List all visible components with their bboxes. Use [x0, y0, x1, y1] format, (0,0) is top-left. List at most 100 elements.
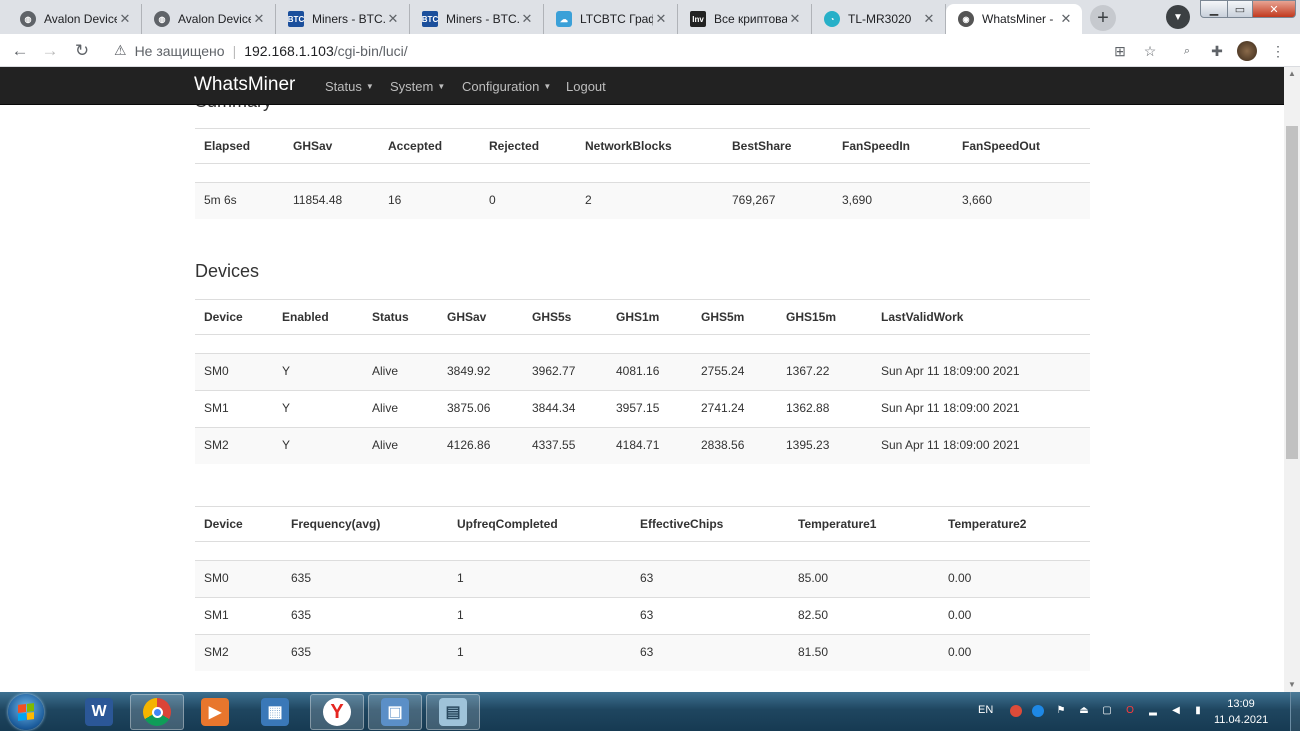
menu-logout[interactable]: Logout — [566, 79, 606, 94]
tab-title: Avalon Device — [44, 12, 117, 26]
new-tab-button[interactable]: + — [1090, 5, 1116, 31]
minimize-icon[interactable]: ▁ — [1200, 0, 1228, 18]
close-icon[interactable]: ✕ — [787, 11, 803, 27]
forward-icon[interactable]: → — [38, 39, 62, 63]
tray-app-icon[interactable] — [1032, 705, 1044, 717]
table-row: SM1 Y Alive 3875.06 3844.34 3957.15 2741… — [195, 390, 1090, 427]
browser-tab-active[interactable]: ◉ WhatsMiner - ✕ — [946, 4, 1082, 34]
chrome-tray-icon[interactable] — [1010, 705, 1022, 717]
warning-icon[interactable]: ⚠ — [114, 42, 127, 59]
opera-icon[interactable]: O — [1124, 705, 1136, 717]
start-button[interactable] — [8, 694, 44, 730]
table-cell: Alive — [372, 401, 399, 415]
lens-extension-icon[interactable]: ⌕ — [1177, 41, 1197, 61]
scroll-down-icon[interactable]: ▼ — [1284, 678, 1300, 692]
signal-icon[interactable]: ▂ — [1147, 705, 1159, 717]
extensions-icon[interactable]: ✚ — [1207, 41, 1227, 61]
browser-tab[interactable]: ☁ LTCBTC Графи ✕ — [544, 4, 678, 34]
profile-avatar[interactable] — [1237, 41, 1257, 61]
close-icon[interactable]: ✕ — [251, 11, 267, 27]
battery-icon[interactable]: ▮ — [1192, 705, 1204, 717]
browser-tab[interactable]: ◍ Avalon Device ✕ — [142, 4, 276, 34]
camera-icon: ◉ — [958, 11, 974, 27]
table-cell: 1367.22 — [786, 364, 830, 378]
usb-icon[interactable]: ⏏ — [1078, 705, 1090, 717]
vertical-scrollbar[interactable]: ▲ ▼ — [1284, 67, 1300, 692]
bookmark-star-icon[interactable]: ☆ — [1140, 41, 1160, 61]
close-icon[interactable]: ✕ — [519, 11, 535, 27]
caret-down-icon: ▼ — [437, 82, 446, 91]
translate-icon[interactable]: ⊞ — [1110, 41, 1130, 61]
taskbar-chrome[interactable] — [130, 694, 184, 730]
table-cell: 16 — [388, 193, 402, 207]
system-clock[interactable]: 13:09 11.04.2021 — [1214, 696, 1268, 728]
close-icon[interactable]: ✕ — [385, 11, 401, 27]
browser-tab[interactable]: ◔ TL-MR3020 ✕ — [812, 4, 946, 34]
maximize-icon[interactable]: ▭ — [1227, 0, 1253, 18]
taskbar-media-player[interactable]: ▶ — [188, 694, 242, 730]
scrollbar-thumb[interactable] — [1286, 126, 1298, 459]
table-cell: Alive — [372, 438, 399, 452]
taskbar-remote-desktop[interactable]: ▣ — [368, 694, 422, 730]
close-icon[interactable]: ✕ — [921, 11, 937, 27]
address-bar[interactable]: ⚠ Не защищено | 192.168.1.103/cgi-bin/lu… — [106, 37, 1168, 64]
browser-tab[interactable]: Inv Все криптова ✕ — [678, 4, 812, 34]
browser-tab[interactable]: BTC Miners - BTC.c ✕ — [276, 4, 410, 34]
tab-search-icon[interactable]: ▼ — [1166, 5, 1190, 29]
network-app-icon: ▦ — [261, 698, 289, 726]
table-header: Elapsed — [204, 139, 251, 153]
table-header: NetworkBlocks — [585, 139, 672, 153]
table-cell: Sun Apr 11 18:09:00 2021 — [881, 401, 1020, 415]
close-icon[interactable]: ✕ — [653, 11, 669, 27]
table-cell: SM1 — [204, 608, 229, 622]
browser-menu-icon[interactable]: ⋮ — [1268, 41, 1288, 61]
clock-date: 11.04.2021 — [1214, 714, 1269, 726]
taskbar-word[interactable]: W — [72, 694, 126, 730]
tab-title: Все криптова — [714, 12, 787, 26]
table-cell: 635 — [291, 645, 312, 659]
table-header: Device — [204, 310, 243, 324]
table-cell: SM1 — [204, 401, 229, 415]
show-desktop-button[interactable] — [1290, 692, 1300, 731]
menu-configuration[interactable]: Configuration ▼ — [462, 79, 551, 94]
clipboard-icon[interactable]: ▢ — [1101, 705, 1113, 717]
globe-icon: ◍ — [154, 11, 170, 27]
menu-system[interactable]: System ▼ — [390, 79, 445, 94]
btc-icon: BTC — [422, 11, 438, 27]
taskbar-notepad[interactable]: ▤ — [426, 694, 480, 730]
caret-down-icon: ▼ — [365, 82, 374, 91]
volume-icon[interactable]: ◀ — [1170, 705, 1182, 717]
brand-logo[interactable]: WhatsMiner — [194, 74, 295, 96]
table-header: GHS1m — [616, 310, 660, 324]
table-cell: 1 — [457, 608, 464, 622]
table-cell: 1 — [457, 645, 464, 659]
flag-icon[interactable]: ⚑ — [1055, 705, 1067, 717]
table-header: Frequency(avg) — [291, 517, 381, 531]
menu-status[interactable]: Status ▼ — [325, 79, 374, 94]
taskbar-network-app[interactable]: ▦ — [248, 694, 302, 730]
table-header: GHS5s — [532, 310, 572, 324]
table-cell: 2741.24 — [701, 401, 745, 415]
browser-tab[interactable]: BTC Miners - BTC.c ✕ — [410, 4, 544, 34]
table-cell: SM0 — [204, 364, 229, 378]
table-cell: 2755.24 — [701, 364, 745, 378]
table-cell: 3957.15 — [616, 401, 660, 415]
page-viewport: Summary Elapsed GHSav Accepted Rejected … — [0, 67, 1284, 692]
table-cell: 2838.56 — [701, 438, 745, 452]
table-cell: 4337.55 — [532, 438, 576, 452]
close-icon[interactable]: ✕ — [117, 11, 133, 27]
reload-icon[interactable]: ↻ — [70, 39, 94, 63]
browser-tab[interactable]: ◍ Avalon Device ✕ — [8, 4, 142, 34]
tab-title: Miners - BTC.c — [312, 12, 385, 26]
close-icon[interactable]: ✕ — [1058, 11, 1074, 27]
window-close-icon[interactable]: ✕ — [1252, 0, 1296, 18]
table-cell: 0 — [489, 193, 496, 207]
table-cell: 1 — [457, 571, 464, 585]
top-navbar: WhatsMiner Status ▼ System ▼ Configuration… — [0, 67, 1284, 105]
word-icon: W — [85, 698, 113, 726]
back-icon[interactable]: ← — [8, 39, 32, 63]
scroll-up-icon[interactable]: ▲ — [1284, 67, 1300, 81]
security-label: Не защищено — [134, 42, 225, 59]
language-indicator[interactable]: EN — [978, 704, 993, 716]
taskbar-yandex-browser[interactable]: Y — [310, 694, 364, 730]
